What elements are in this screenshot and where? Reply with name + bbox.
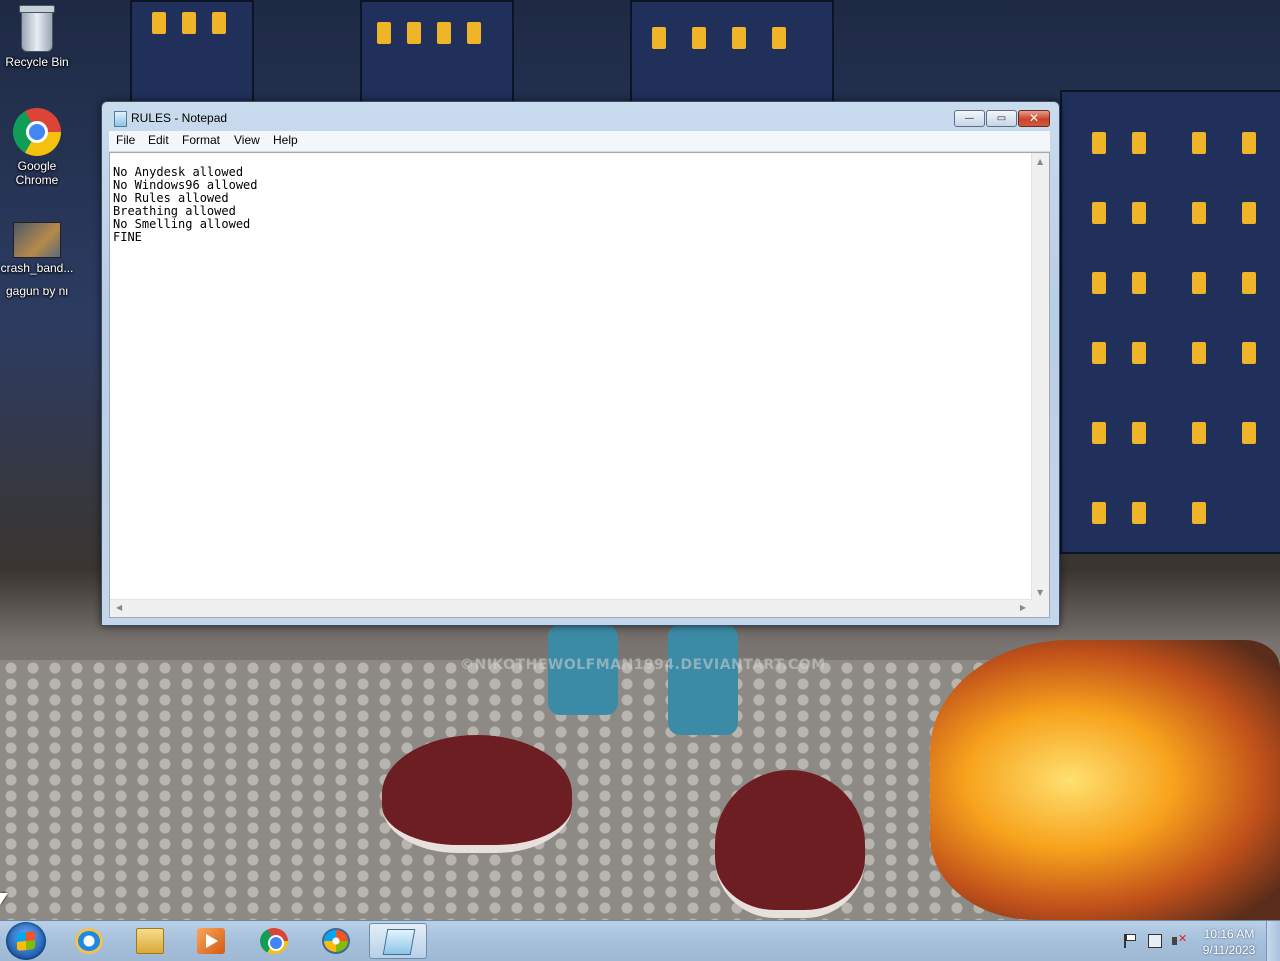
close-button[interactable]: ✕ [1018, 110, 1050, 127]
wallpaper-building [360, 0, 514, 104]
text-line: FINE [113, 230, 142, 244]
text-editor[interactable]: No Anydesk allowed No Windows96 allowed No… [109, 152, 1050, 618]
menu-edit[interactable]: Edit [148, 133, 169, 147]
desktop-icon-label: Google Chrome [15, 159, 59, 187]
menu-bar: File Edit Format View Help [109, 131, 1050, 152]
image-file-icon [13, 222, 61, 258]
clock-date: 9/11/2023 [1202, 943, 1256, 957]
taskbar-internet-explorer[interactable] [60, 923, 118, 959]
vertical-scrollbar[interactable]: ▲ ▼ [1031, 153, 1049, 601]
wallpaper-building [630, 0, 834, 104]
taskbar-media-player[interactable] [182, 923, 240, 959]
menu-help[interactable]: Help [273, 133, 298, 147]
folder-icon [136, 928, 164, 954]
desktop-icon-label: gagun by ni [5, 288, 69, 298]
desktop-icon-label: crash_band... [0, 261, 74, 275]
desktop-icon-crash-band[interactable]: crash_band... [0, 222, 74, 275]
wallpaper-building [1060, 90, 1280, 554]
maximize-icon: ▭ [996, 113, 1007, 124]
show-desktop-button[interactable] [1266, 921, 1280, 961]
network-icon[interactable] [1148, 934, 1162, 948]
notepad-icon [114, 111, 127, 127]
chrome-icon [260, 928, 288, 954]
menu-view[interactable]: View [234, 133, 260, 147]
mouse-cursor-icon [0, 893, 8, 905]
wallpaper-building [130, 0, 254, 104]
editor-text: No Anydesk allowed No Windows96 allowed No… [113, 153, 258, 244]
notepad-icon [382, 929, 416, 955]
wallpaper-leg [668, 625, 738, 735]
close-icon: ✕ [1028, 111, 1040, 125]
system-clock[interactable]: 10:16 AM 9/11/2023 [1196, 926, 1262, 958]
volume-muted-icon[interactable] [1172, 932, 1187, 948]
internet-explorer-icon [75, 928, 103, 954]
recycle-bin-icon [19, 5, 55, 52]
taskbar: 10:16 AM 9/11/2023 [0, 920, 1280, 961]
desktop-icon-recycle-bin[interactable]: Recycle Bin [0, 5, 74, 69]
scroll-up-icon[interactable]: ▲ [1037, 157, 1043, 166]
scroll-right-icon[interactable]: ▶ [1020, 603, 1026, 612]
action-center-flag-icon[interactable] [1124, 934, 1140, 948]
desktop-icon-google-chrome[interactable]: Google Chrome [0, 108, 74, 187]
windows-logo-icon [17, 931, 35, 951]
wallpaper-watermark: ©NIKOTHEWOLFMAN1994.DEVIANTART.COM [460, 657, 826, 673]
desktop-icon-label: Recycle Bin [5, 55, 69, 69]
scroll-down-icon[interactable]: ▼ [1037, 588, 1043, 597]
menu-format[interactable]: Format [182, 133, 220, 147]
taskbar-windows[interactable] [307, 923, 365, 959]
taskbar-windows-explorer[interactable] [121, 923, 179, 959]
taskbar-google-chrome[interactable] [245, 923, 303, 959]
resize-grip-icon[interactable] [1032, 600, 1049, 617]
minimize-icon: — [964, 113, 975, 124]
minimize-button[interactable]: — [954, 110, 985, 127]
maximize-button[interactable]: ▭ [986, 110, 1017, 127]
wallpaper-shoe [382, 735, 572, 853]
wallpaper-shoe [715, 770, 865, 918]
taskbar-notepad[interactable] [369, 923, 427, 959]
media-player-icon [197, 928, 225, 954]
window-title: RULES - Notepad [131, 111, 228, 125]
horizontal-scrollbar[interactable]: ◀ ▶ [110, 599, 1032, 617]
notepad-window[interactable]: RULES - Notepad — ▭ ✕ File Edit Format V… [101, 101, 1060, 626]
chrome-icon [13, 108, 61, 156]
wallpaper-lava [930, 640, 1280, 920]
windows-icon [322, 928, 350, 954]
scroll-left-icon[interactable]: ◀ [116, 603, 122, 612]
desktop-icon-gagun[interactable]: gagun by ni [0, 288, 74, 300]
menu-file[interactable]: File [116, 133, 135, 147]
start-button[interactable] [6, 922, 46, 960]
window-titlebar[interactable]: RULES - Notepad — ▭ ✕ [102, 102, 1059, 132]
clock-time: 10:16 AM [1203, 927, 1255, 941]
